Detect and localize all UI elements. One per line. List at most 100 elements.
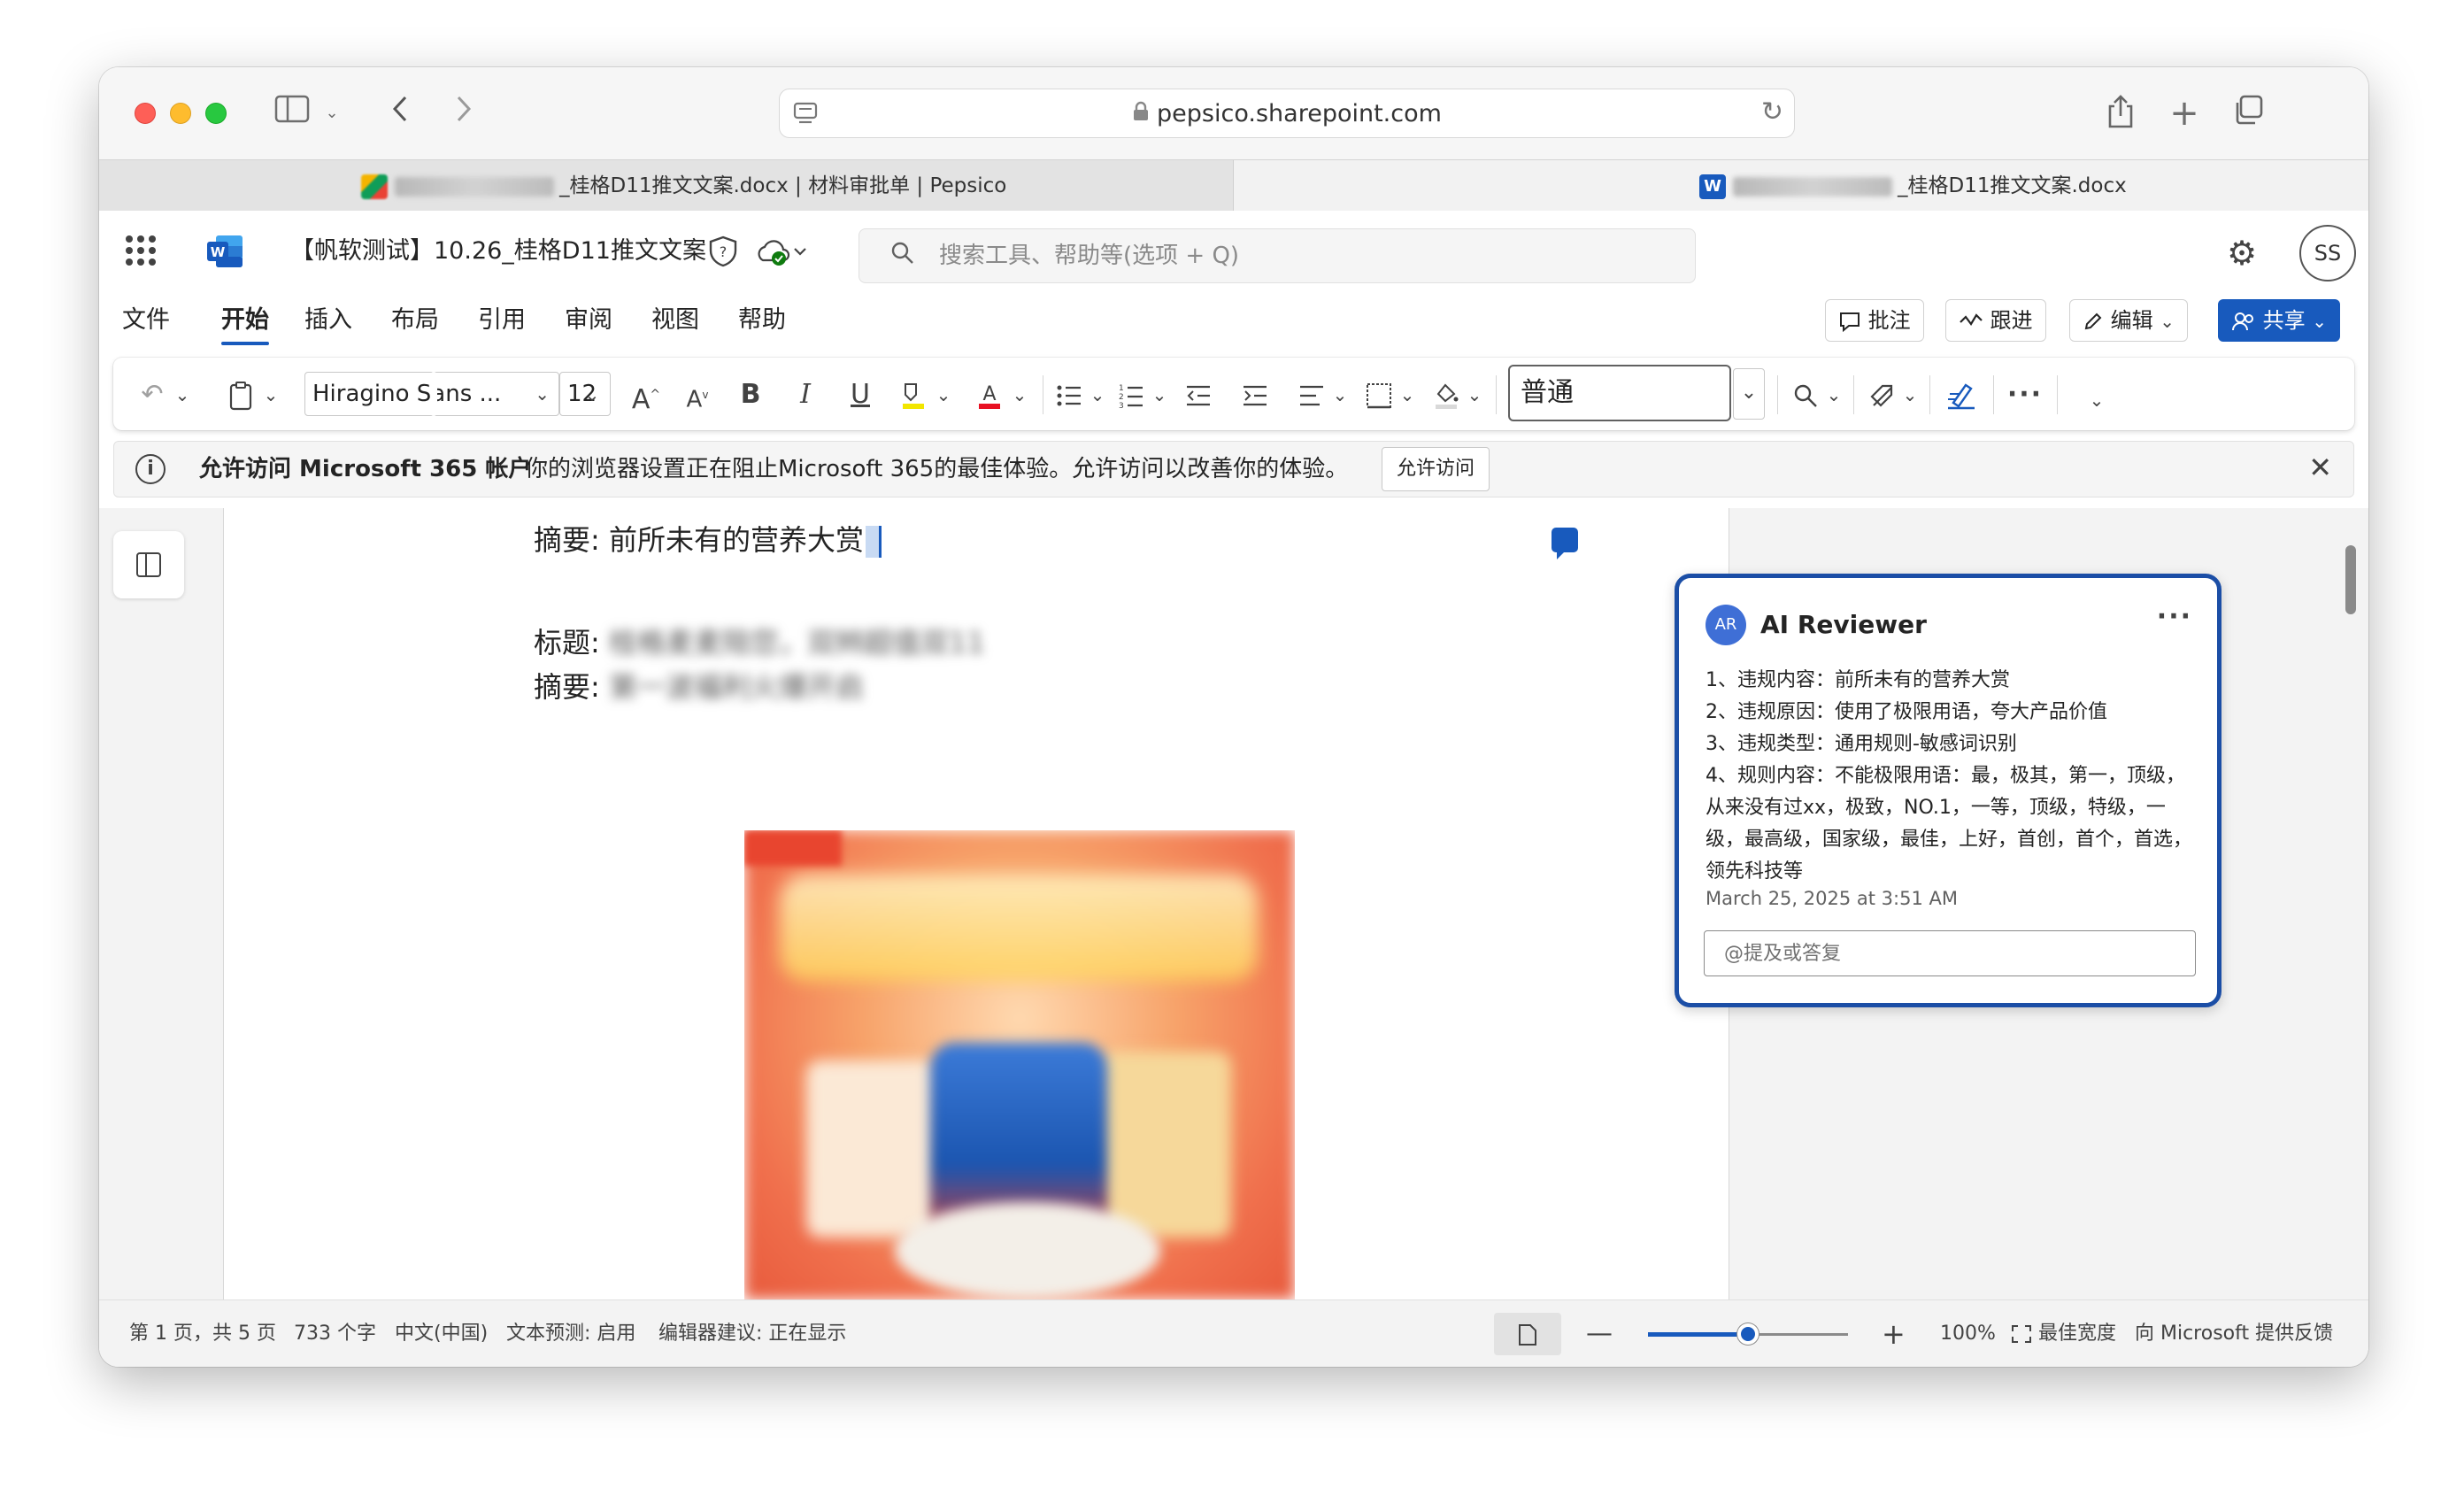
doc-line-title[interactable]: 标题: 桂格麦麦陪您，双辫超值双11 <box>534 621 985 664</box>
chevron-down-icon: ⌄ <box>2160 311 2175 332</box>
decrease-indent-icon[interactable] <box>1181 375 1216 414</box>
word-logo-icon[interactable]: W <box>207 234 244 269</box>
align-chevron-icon[interactable]: ⌄ <box>1329 375 1351 414</box>
browser-tab-docx[interactable]: W _桂格D11推文文案.docx <box>1234 160 2368 212</box>
share-icon[interactable] <box>2101 94 2140 133</box>
user-avatar[interactable]: SS <box>2299 225 2356 281</box>
browser-tab-approval[interactable]: _桂格D11推文文案.docx | 材料审批单 | Pepsico <box>99 160 1234 212</box>
text-prediction-status[interactable]: 文本预测: 启用 <box>506 1300 635 1367</box>
doc-line-summary-1[interactable]: 摘要: 前所未有的营养大赏 <box>534 519 882 561</box>
editing-mode-button[interactable]: 编辑 ⌄ <box>2069 299 2189 342</box>
language-status[interactable]: 中文(中国) <box>395 1300 488 1367</box>
tab-overview-icon[interactable] <box>2229 94 2268 133</box>
font-size-chevron-icon[interactable]: ⌄ <box>579 375 605 414</box>
increase-indent-icon[interactable] <box>1237 375 1273 414</box>
zoom-slider-thumb[interactable] <box>1737 1323 1759 1345</box>
comment-marker-icon[interactable] <box>1552 528 1578 559</box>
bullets-icon[interactable] <box>1051 375 1087 414</box>
search-input[interactable] <box>939 236 1647 275</box>
tab-review[interactable]: 审阅 <box>565 303 612 338</box>
comment-card[interactable]: AR AI Reviewer ··· 1、违规内容：前所未有的营养大赏 2、违规… <box>1675 574 2221 1007</box>
bold-icon[interactable]: B <box>733 375 768 414</box>
app-launcher-icon[interactable] <box>126 235 156 266</box>
comment-author: AI Reviewer <box>1760 610 1927 639</box>
tab-insert[interactable]: 插入 <box>304 303 352 338</box>
numbering-chevron-icon[interactable]: ⌄ <box>1149 375 1170 414</box>
align-icon[interactable] <box>1294 375 1329 414</box>
back-icon[interactable] <box>382 94 418 133</box>
find-chevron-icon[interactable]: ⌄ <box>1823 375 1844 414</box>
more-options-icon[interactable]: ··· <box>2004 375 2046 414</box>
address-bar[interactable]: pepsico.sharepoint.com ↻ <box>779 89 1795 138</box>
page-count[interactable]: 第 1 页，共 5 页 <box>129 1300 276 1367</box>
tab-view[interactable]: 视图 <box>651 303 699 338</box>
zoom-in-icon[interactable]: + <box>1882 1300 1906 1367</box>
more-options-icon[interactable]: ··· <box>2157 601 2192 632</box>
tab-layout[interactable]: 布局 <box>391 303 439 338</box>
sensitivity-shield-icon[interactable]: ? <box>708 235 738 267</box>
paste-chevron-icon[interactable]: ⌄ <box>260 375 281 414</box>
document-page[interactable]: 摘要: 前所未有的营养大赏 标题: 桂格麦麦陪您，双辫超值双11 摘要: 第一波… <box>223 508 1729 1299</box>
ribbon-tabs: 文件 开始 插入 布局 引用 审阅 视图 帮助 批注 跟进 编辑 ⌄ 共享 ⌄ <box>99 294 2368 349</box>
fit-width-button[interactable]: 最佳宽度 <box>2011 1300 2116 1367</box>
word-count[interactable]: 733 个字 <box>294 1300 376 1367</box>
navigation-pane-button[interactable] <box>113 531 184 598</box>
allow-access-button[interactable]: 允许访问 <box>1382 447 1490 491</box>
tab-references[interactable]: 引用 <box>478 303 526 338</box>
grow-font-icon[interactable]: A^ <box>627 375 666 415</box>
zoom-level[interactable]: 100% <box>1940 1300 1996 1367</box>
close-window-button[interactable] <box>135 103 156 124</box>
highlight-chevron-icon[interactable]: ⌄ <box>933 375 954 414</box>
doc-line-summary-2[interactable]: 摘要: 第一波福利火爆开启 <box>534 666 864 708</box>
forward-icon[interactable] <box>446 94 481 133</box>
editor-suggestions-status[interactable]: 编辑器建议: 正在显示 <box>658 1300 846 1367</box>
underline-icon[interactable]: U <box>843 375 878 414</box>
shading-icon[interactable] <box>1428 375 1464 414</box>
bullets-chevron-icon[interactable]: ⌄ <box>1087 375 1108 414</box>
vertical-scrollbar[interactable] <box>2345 545 2356 614</box>
font-color-chevron-icon[interactable]: ⌄ <box>1009 375 1030 414</box>
close-icon[interactable]: ✕ <box>2308 451 2332 484</box>
undo-icon[interactable]: ↶ <box>135 375 170 414</box>
ribbon-expand-chevron-icon[interactable]: ⌄ <box>2083 381 2110 420</box>
promo-image[interactable] <box>744 830 1295 1299</box>
reply-input[interactable] <box>1704 930 2196 976</box>
new-tab-icon[interactable]: + <box>2165 94 2204 133</box>
reload-icon[interactable]: ↻ <box>1761 96 1783 127</box>
shading-chevron-icon[interactable]: ⌄ <box>1464 375 1485 414</box>
tab-home[interactable]: 开始 <box>221 303 269 345</box>
paste-icon[interactable] <box>223 375 258 414</box>
settings-gear-icon[interactable]: ⚙ <box>2227 234 2257 273</box>
highlight-icon[interactable] <box>896 375 931 414</box>
tab-help[interactable]: 帮助 <box>738 303 786 338</box>
feedback-link[interactable]: 向 Microsoft 提供反馈 <box>2135 1300 2333 1367</box>
share-button[interactable]: 共享 ⌄ <box>2218 299 2341 342</box>
shrink-font-icon[interactable]: Av <box>678 375 717 414</box>
zoom-slider[interactable] <box>1648 1323 1848 1345</box>
document-title[interactable]: 【帆软测试】10.26_桂格D11推文文案 <box>290 234 706 269</box>
sensitivity-label-icon[interactable] <box>1864 375 1899 414</box>
minimize-window-button[interactable] <box>170 103 191 124</box>
sidebar-toggle-icon[interactable] <box>273 94 312 133</box>
search-box[interactable] <box>859 228 1696 283</box>
zoom-out-icon[interactable]: — <box>1586 1300 1613 1367</box>
borders-chevron-icon[interactable]: ⌄ <box>1397 375 1418 414</box>
zoom-window-button[interactable] <box>205 103 227 124</box>
sensitivity-chevron-icon[interactable]: ⌄ <box>1899 375 1921 414</box>
save-status-icon[interactable] <box>756 237 809 267</box>
sidebar-menu-chevron-icon[interactable]: ⌄ <box>319 94 345 133</box>
style-chevron-icon[interactable]: ⌄ <box>1733 368 1765 420</box>
undo-chevron-icon[interactable]: ⌄ <box>172 375 193 414</box>
print-layout-icon[interactable] <box>1494 1313 1561 1355</box>
numbering-icon[interactable]: 123 <box>1113 375 1149 414</box>
tab-file[interactable]: 文件 <box>122 303 170 338</box>
comments-button[interactable]: 批注 <box>1825 299 1924 342</box>
italic-icon[interactable]: I <box>788 375 823 414</box>
svg-text:2: 2 <box>1119 393 1124 402</box>
borders-icon[interactable] <box>1361 375 1397 414</box>
catch-up-button[interactable]: 跟进 <box>1945 299 2046 342</box>
find-icon[interactable] <box>1788 375 1823 414</box>
font-color-icon[interactable]: A <box>972 375 1007 414</box>
editor-icon[interactable] <box>1942 375 1981 414</box>
style-dropdown[interactable]: 普通 <box>1508 365 1731 421</box>
